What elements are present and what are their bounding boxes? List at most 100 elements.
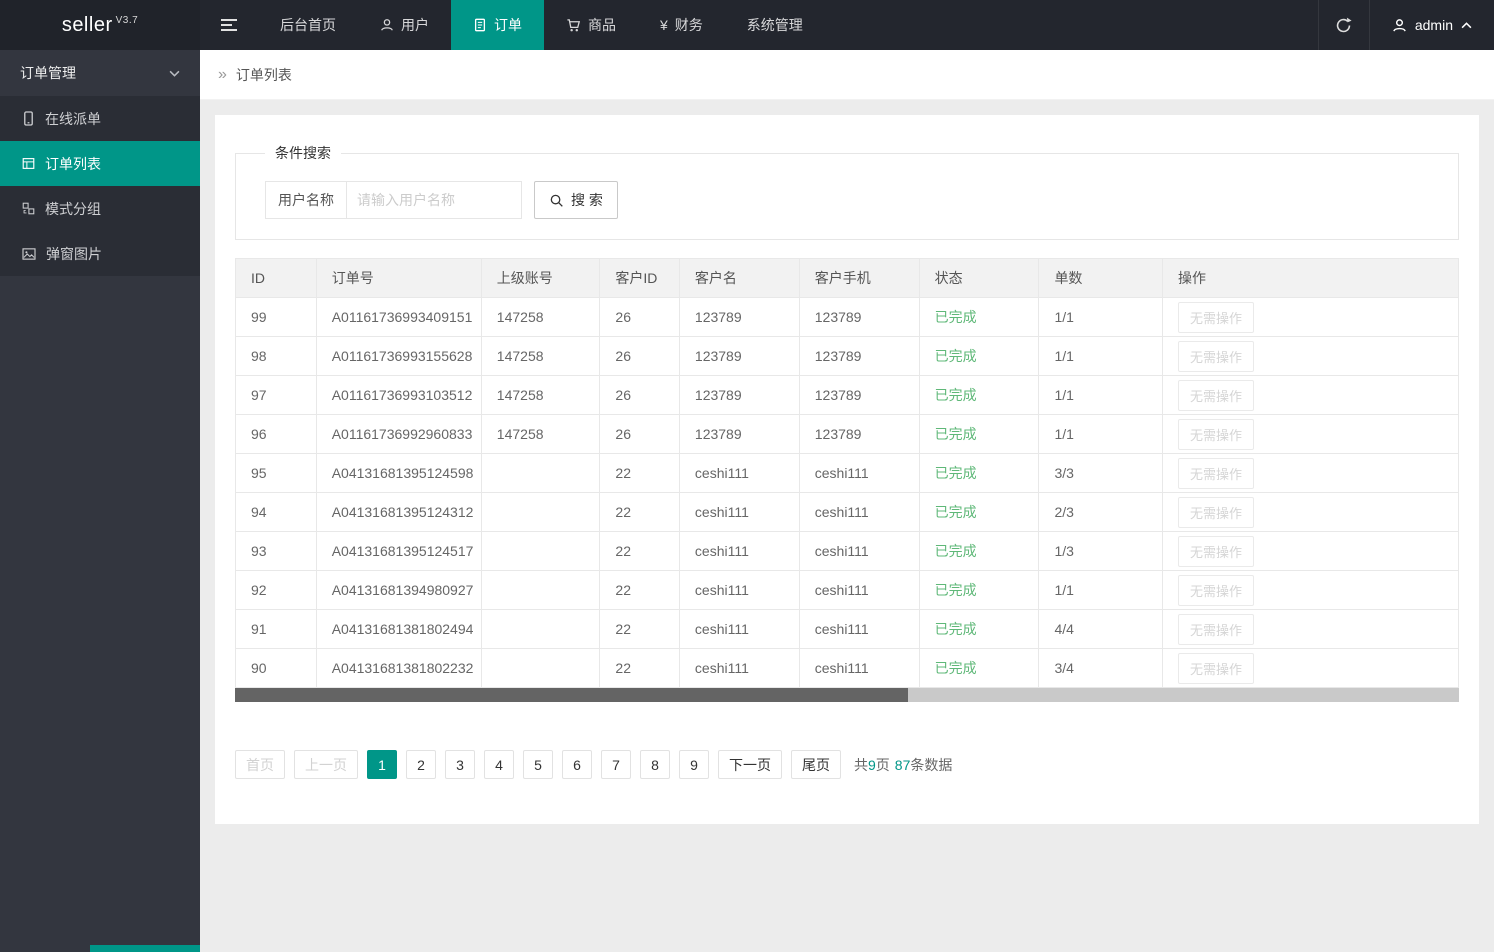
sidebar-group-order-management[interactable]: 订单管理 xyxy=(0,50,200,96)
user-icon xyxy=(1392,18,1407,33)
page-number-button-8[interactable]: 8 xyxy=(640,750,670,779)
content-area: 条件搜索 用户名称 搜 索 xyxy=(200,100,1494,952)
cell-customer-phone: ceshi111 xyxy=(798,648,920,688)
cell-count: 1/3 xyxy=(1038,531,1163,571)
cell-action: 无需操作 xyxy=(1161,375,1460,415)
sidebar-item-online-dispatch[interactable]: 在线派单 xyxy=(0,96,200,141)
page-number-button-5[interactable]: 5 xyxy=(523,750,553,779)
table-row: 92 A04131681394980927 22 ceshi111 ceshi111 已完… xyxy=(235,570,1460,610)
cell-count: 1/1 xyxy=(1038,375,1163,415)
nav-item-finance[interactable]: ¥ 财务 xyxy=(638,0,725,50)
summary-records-suffix: 条数据 xyxy=(910,756,953,773)
sidebar-item-label: 弹窗图片 xyxy=(46,245,102,262)
table-row: 93 A04131681395124517 22 ceshi111 ceshi111 已完… xyxy=(235,531,1460,571)
page-number-button-4[interactable]: 4 xyxy=(484,750,514,779)
status-text: 已完成 xyxy=(934,543,977,559)
search-button[interactable]: 搜 索 xyxy=(534,181,618,219)
cell-customer-id: 22 xyxy=(599,531,680,571)
sidebar-item-label: 在线派单 xyxy=(45,110,101,127)
summary-total-records: 87 xyxy=(894,756,911,773)
cell-customer-phone: 123789 xyxy=(798,297,920,337)
menu-toggle-button[interactable] xyxy=(200,0,258,50)
cell-action: 无需操作 xyxy=(1161,297,1460,337)
sidebar-item-order-list[interactable]: 订单列表 xyxy=(0,141,200,186)
cell-action: 无需操作 xyxy=(1161,609,1460,649)
table-row: 94 A04131681395124312 22 ceshi111 ceshi111 已完… xyxy=(235,492,1460,532)
pagination-bar: 首页 上一页 1 2 3 4 5 6 7 8 9 下一页 尾页 共9页 87条数据 xyxy=(235,750,1459,779)
sidebar-item-mode-group[interactable]: 模式分组 xyxy=(0,186,200,231)
cell-customer-phone: ceshi111 xyxy=(798,609,920,649)
cell-customer-phone: 123789 xyxy=(798,375,920,415)
cell-customer-phone: ceshi111 xyxy=(798,570,920,610)
cell-action: 无需操作 xyxy=(1161,570,1460,610)
nav-item-dashboard[interactable]: 后台首页 xyxy=(258,0,358,50)
cell-parent-account xyxy=(480,570,601,610)
nav-label: 用户 xyxy=(401,17,429,33)
chevron-up-icon xyxy=(1461,21,1472,29)
table-row: 91 A04131681381802494 22 ceshi111 ceshi111 已完… xyxy=(235,609,1460,649)
cell-order-no: A04131681381802232 xyxy=(315,648,482,688)
cell-count: 1/1 xyxy=(1038,297,1163,337)
cell-customer-name: 123789 xyxy=(678,414,800,454)
page-first-button[interactable]: 首页 xyxy=(235,750,285,779)
page-last-button[interactable]: 尾页 xyxy=(791,750,841,779)
search-legend: 条件搜索 xyxy=(275,145,331,161)
cell-id: 99 xyxy=(235,297,317,337)
table-row: 98 A01161736993155628 147258 26 123789 123789… xyxy=(235,336,1460,376)
cell-count: 1/1 xyxy=(1038,414,1163,454)
cell-parent-account xyxy=(480,609,601,649)
page-number-button-1[interactable]: 1 xyxy=(367,750,397,779)
cell-parent-account xyxy=(480,648,601,688)
sidebar-item-popup-image[interactable]: 弹窗图片 xyxy=(0,231,200,276)
status-text: 已完成 xyxy=(934,621,977,637)
cell-action: 无需操作 xyxy=(1161,492,1460,532)
page-prev-button[interactable]: 上一页 xyxy=(294,750,358,779)
cell-status: 已完成 xyxy=(918,570,1040,610)
cell-status: 已完成 xyxy=(918,297,1040,337)
cell-customer-name: 123789 xyxy=(678,375,800,415)
cell-id: 94 xyxy=(235,492,317,532)
refresh-button[interactable] xyxy=(1317,0,1370,50)
cell-status: 已完成 xyxy=(918,336,1040,376)
username-input[interactable] xyxy=(347,181,522,219)
cell-id: 97 xyxy=(235,375,317,415)
horizontal-scrollbar[interactable] xyxy=(235,688,1459,702)
nav-item-system[interactable]: 系统管理 xyxy=(725,0,825,50)
nav-label: 财务 xyxy=(674,17,703,33)
no-action-button: 无需操作 xyxy=(1177,379,1254,411)
cell-customer-id: 22 xyxy=(599,492,680,532)
breadcrumb-arrow-icon: » xyxy=(218,65,227,83)
page-number-button-7[interactable]: 7 xyxy=(601,750,631,779)
nav-label: 商品 xyxy=(588,17,616,33)
cell-count: 4/4 xyxy=(1038,609,1163,649)
nav-item-products[interactable]: 商品 xyxy=(544,0,638,50)
page-number-button-2[interactable]: 2 xyxy=(406,750,436,779)
page-number-button-3[interactable]: 3 xyxy=(445,750,475,779)
nav-item-orders[interactable]: 订单 xyxy=(451,0,544,50)
orders-table: ID 订单号 上级账号 客户ID 客户名 客户手机 状态 单数 操作 99 A01… xyxy=(235,258,1460,688)
cell-order-no: A04131681395124312 xyxy=(315,492,482,532)
column-header-action: 操作 xyxy=(1161,258,1460,298)
group-icon xyxy=(22,202,35,215)
column-header-customer-phone: 客户手机 xyxy=(798,258,920,298)
page-number-button-9[interactable]: 9 xyxy=(679,750,709,779)
order-list-card: 条件搜索 用户名称 搜 索 xyxy=(215,115,1479,824)
cell-status: 已完成 xyxy=(918,453,1040,493)
document-icon xyxy=(473,18,487,32)
nav-label: 订单 xyxy=(494,17,522,33)
page-number-button-6[interactable]: 6 xyxy=(562,750,592,779)
cell-action: 无需操作 xyxy=(1161,453,1460,493)
cell-id: 92 xyxy=(235,570,317,610)
scrollbar-thumb[interactable] xyxy=(235,688,909,702)
breadcrumb: » 订单列表 xyxy=(200,50,1494,100)
no-action-button: 无需操作 xyxy=(1177,613,1254,645)
status-text: 已完成 xyxy=(934,426,977,442)
nav-item-users[interactable]: 用户 xyxy=(358,0,451,50)
phone-icon xyxy=(22,111,35,126)
cell-order-no: A01161736992960833 xyxy=(315,414,482,454)
cell-customer-id: 22 xyxy=(599,453,680,493)
page-next-button[interactable]: 下一页 xyxy=(718,750,782,779)
cell-customer-id: 26 xyxy=(599,297,680,337)
admin-menu[interactable]: admin xyxy=(1370,0,1494,50)
cell-customer-phone: ceshi111 xyxy=(798,492,920,532)
